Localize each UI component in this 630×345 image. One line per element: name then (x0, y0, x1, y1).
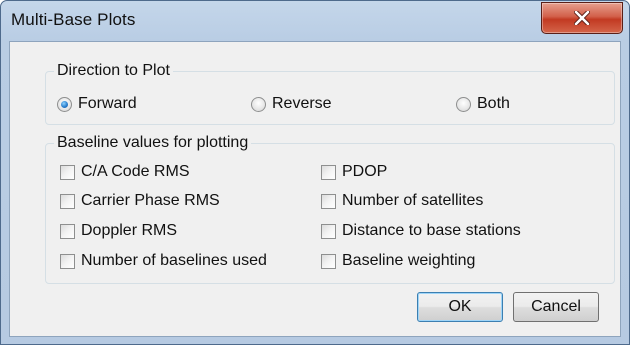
checkbox-distance-to-base-stations[interactable]: Distance to base stations (321, 222, 521, 240)
direction-group-legend: Direction to Plot (54, 62, 173, 80)
checkbox-ca-code-rms-box[interactable] (60, 164, 75, 180)
radio-forward-label: Forward (78, 95, 137, 112)
checkbox-distance-to-base-stations-label: Distance to base stations (342, 222, 521, 239)
checkbox-pdop[interactable]: PDOP (321, 163, 387, 181)
checkbox-ca-code-rms[interactable]: C/A Code RMS (60, 163, 189, 181)
cancel-button[interactable]: Cancel (513, 292, 599, 322)
title-bar[interactable]: Multi-Base Plots (1, 1, 629, 41)
dialog-client-area: Direction to Plot Forward Reverse Both B… (9, 41, 621, 337)
close-x-icon (574, 11, 590, 25)
radio-forward[interactable]: Forward (57, 95, 137, 113)
ok-button[interactable]: OK (417, 292, 503, 322)
checkbox-baseline-weighting-label: Baseline weighting (342, 252, 476, 269)
radio-reverse-circle[interactable] (251, 96, 266, 112)
baseline-group: Baseline values for plotting C/A Code RM… (45, 134, 615, 284)
checkbox-pdop-box[interactable] (321, 164, 336, 180)
direction-group: Direction to Plot Forward Reverse Both (45, 62, 615, 125)
checkbox-carrier-phase-rms-label: Carrier Phase RMS (81, 192, 220, 209)
checkbox-number-of-satellites-box[interactable] (321, 193, 336, 209)
radio-reverse[interactable]: Reverse (251, 95, 332, 113)
checkbox-baseline-weighting-box[interactable] (321, 253, 336, 269)
checkbox-number-of-baselines-used-label: Number of baselines used (81, 252, 267, 269)
dialog-window: Multi-Base Plots Direction to Plot Forwa… (0, 0, 630, 345)
checkbox-doppler-rms-label: Doppler RMS (81, 222, 178, 239)
window-title: Multi-Base Plots (11, 10, 136, 29)
checkbox-doppler-rms-box[interactable] (60, 223, 75, 239)
checkbox-number-of-satellites-label: Number of satellites (342, 192, 484, 209)
checkbox-doppler-rms[interactable]: Doppler RMS (60, 222, 177, 240)
radio-reverse-label: Reverse (272, 95, 332, 112)
close-button[interactable] (541, 2, 623, 34)
checkbox-carrier-phase-rms-box[interactable] (60, 193, 75, 209)
checkbox-distance-to-base-stations-box[interactable] (321, 223, 336, 239)
radio-both-circle[interactable] (456, 96, 471, 112)
checkbox-carrier-phase-rms[interactable]: Carrier Phase RMS (60, 192, 220, 210)
checkbox-ca-code-rms-label: C/A Code RMS (81, 163, 190, 180)
checkbox-number-of-satellites[interactable]: Number of satellites (321, 192, 483, 210)
checkbox-pdop-label: PDOP (342, 163, 388, 180)
radio-both-label: Both (477, 95, 510, 112)
radio-both[interactable]: Both (456, 95, 510, 113)
radio-forward-circle[interactable] (57, 96, 72, 112)
checkbox-baseline-weighting[interactable]: Baseline weighting (321, 252, 475, 270)
checkbox-number-of-baselines-used-box[interactable] (60, 253, 75, 269)
checkbox-number-of-baselines-used[interactable]: Number of baselines used (60, 252, 267, 270)
baseline-group-legend: Baseline values for plotting (54, 134, 252, 152)
